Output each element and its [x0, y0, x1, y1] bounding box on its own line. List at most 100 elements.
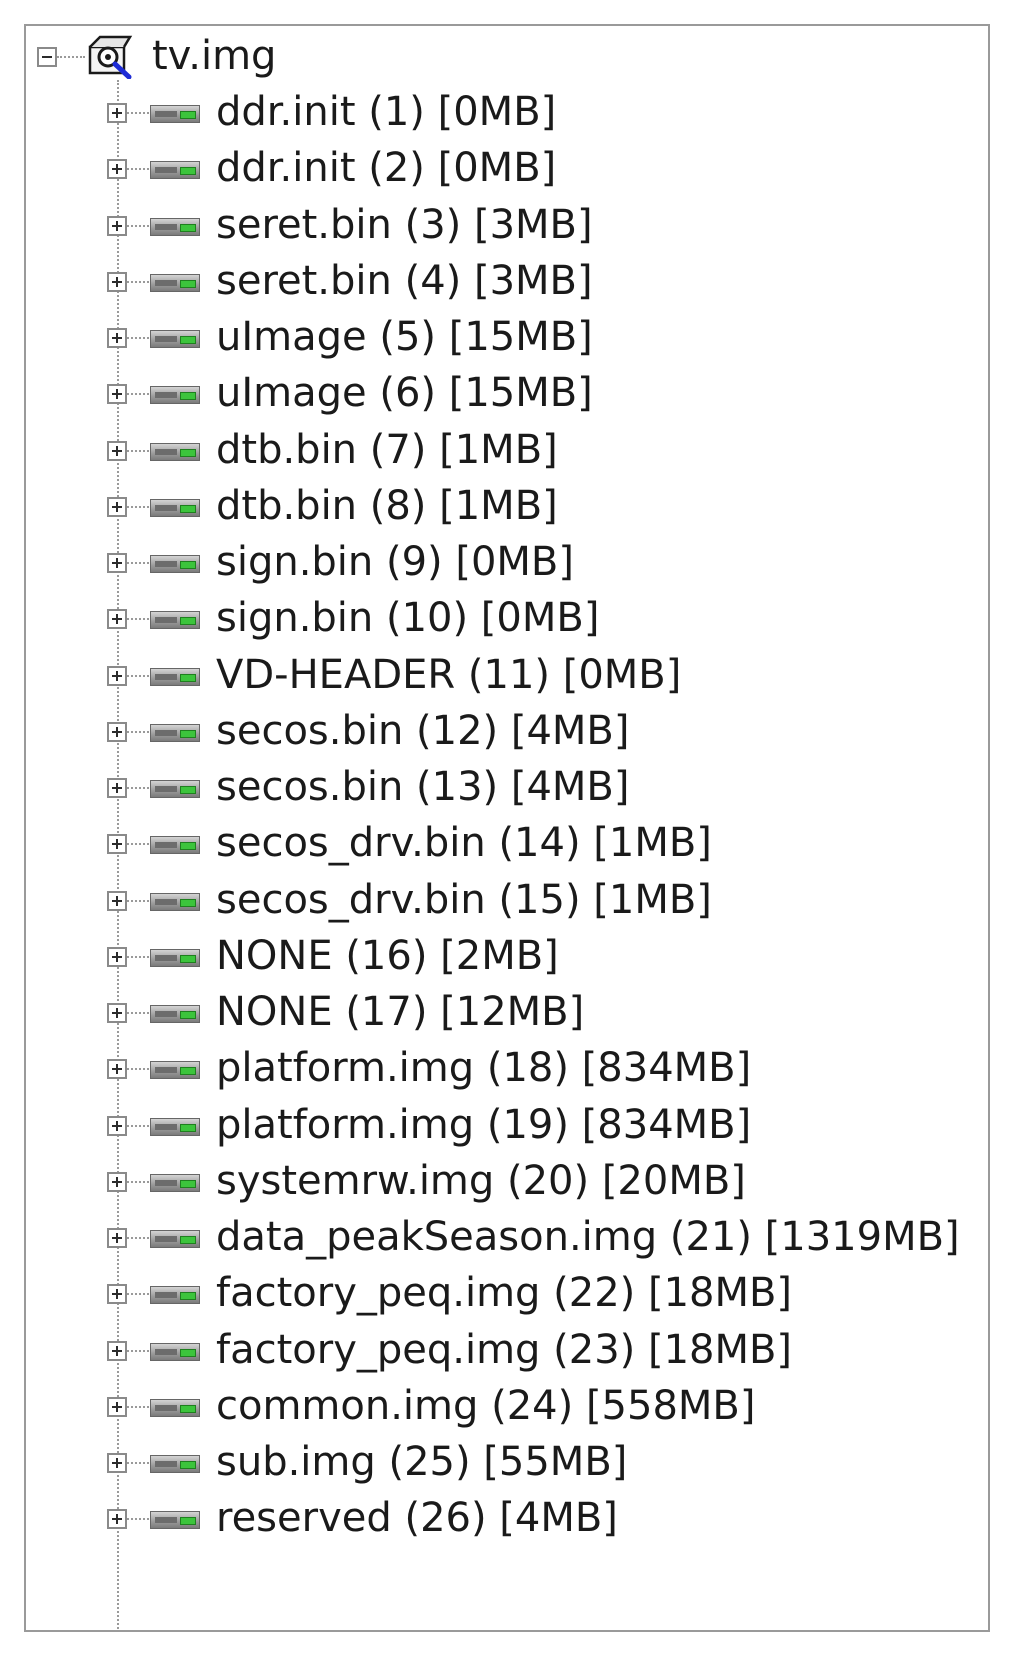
tree-item[interactable]: secos.bin (12) [4MB] — [26, 703, 988, 761]
tree-item[interactable]: sign.bin (9) [0MB] — [26, 534, 988, 592]
expand-icon[interactable] — [107, 159, 127, 180]
expand-icon[interactable] — [107, 1396, 127, 1417]
expand-icon[interactable] — [107, 384, 127, 405]
tree-item[interactable]: sub.img (25) [55MB] — [26, 1434, 988, 1492]
drive-slot — [155, 1179, 177, 1186]
tree-item-label: factory_peq.img (22) [18MB] — [216, 1270, 793, 1317]
drive-slot — [155, 279, 177, 286]
drive-icon — [150, 1173, 200, 1192]
expand-icon[interactable] — [107, 1340, 127, 1361]
expand-icon[interactable] — [107, 1171, 127, 1192]
expand-icon[interactable] — [107, 1284, 127, 1305]
tree-item[interactable]: uImage (5) [15MB] — [26, 309, 988, 367]
tree-item-label: ddr.init (2) [0MB] — [216, 145, 557, 192]
tree-item[interactable]: secos_drv.bin (14) [1MB] — [26, 815, 988, 873]
drive-slot — [155, 1461, 177, 1467]
tree-item[interactable]: systemrw.img (20) [20MB] — [26, 1153, 988, 1211]
tree-item[interactable]: seret.bin (3) [3MB] — [26, 197, 988, 255]
expand-icon[interactable] — [107, 215, 127, 236]
tree-item-label: sign.bin (10) [0MB] — [216, 595, 600, 642]
tree-item[interactable]: platform.img (19) [834MB] — [26, 1097, 988, 1155]
drive-led — [180, 561, 196, 569]
tree-item[interactable]: platform.img (18) [834MB] — [26, 1040, 988, 1098]
drive-icon — [150, 611, 200, 630]
tree-item-label: factory_peq.img (23) [18MB] — [216, 1326, 793, 1373]
tree-connector — [127, 224, 149, 227]
tree-item[interactable]: NONE (16) [2MB] — [26, 928, 988, 986]
drive-slot — [155, 448, 177, 455]
drive-led — [180, 504, 196, 513]
expand-icon[interactable] — [107, 1509, 127, 1530]
drive-slot — [155, 1348, 177, 1355]
tree-item[interactable]: sign.bin (10) [0MB] — [26, 590, 988, 648]
expand-icon[interactable] — [107, 890, 127, 911]
tree-connector — [127, 618, 149, 621]
tree-item[interactable]: ddr.init (1) [0MB] — [26, 84, 988, 142]
drive-led — [180, 167, 196, 176]
drive-icon — [150, 217, 200, 236]
tree-item[interactable]: secos_drv.bin (15) [1MB] — [26, 872, 988, 930]
expand-icon[interactable] — [107, 946, 127, 967]
tree-connector — [127, 393, 149, 396]
expand-icon[interactable] — [107, 721, 127, 742]
tree-item[interactable]: NONE (17) [12MB] — [26, 984, 988, 1042]
tree-item[interactable]: seret.bin (4) [3MB] — [26, 253, 988, 311]
tree-item[interactable]: dtb.bin (8) [1MB] — [26, 478, 988, 536]
drive-led — [180, 617, 196, 626]
drive-icon — [150, 1398, 200, 1417]
drive-slot — [155, 1517, 177, 1524]
tree-connector — [127, 843, 149, 846]
tree-connector — [127, 674, 149, 677]
expand-icon[interactable] — [107, 1228, 127, 1248]
drive-slot — [155, 1011, 177, 1017]
expand-icon[interactable] — [107, 609, 127, 630]
partition-tree-panel: tv.img ddr.init (1) [0MB] ddr.init (2) [0… — [24, 24, 990, 1632]
expand-icon[interactable] — [107, 1059, 127, 1080]
expand-icon[interactable] — [107, 778, 127, 798]
tree-connector — [127, 730, 149, 733]
drive-led — [180, 898, 196, 907]
tree-root-row[interactable]: tv.img — [26, 28, 988, 86]
drive-led — [180, 448, 196, 457]
expand-icon[interactable] — [107, 1003, 127, 1023]
tree-item[interactable]: common.img (24) [558MB] — [26, 1378, 988, 1436]
tree-item[interactable]: VD-HEADER (11) [0MB] — [26, 647, 988, 705]
tree-item-label: secos_drv.bin (15) [1MB] — [216, 876, 712, 923]
expand-icon[interactable] — [107, 834, 127, 855]
drive-led — [180, 111, 196, 119]
drive-icon — [150, 1455, 200, 1473]
expand-icon[interactable] — [107, 1115, 127, 1136]
drive-led — [180, 1067, 196, 1076]
drive-led — [180, 1404, 196, 1413]
tree-connector — [127, 899, 149, 902]
tree-item[interactable]: reserved (26) [4MB] — [26, 1490, 988, 1548]
expand-icon[interactable] — [107, 271, 127, 292]
tree-item[interactable]: dtb.bin (7) [1MB] — [26, 422, 988, 480]
tree-item[interactable]: secos.bin (13) [4MB] — [26, 759, 988, 817]
expand-icon[interactable] — [107, 553, 127, 573]
tree-item[interactable]: ddr.init (2) [0MB] — [26, 140, 988, 198]
disk-image-search-icon — [88, 35, 133, 79]
drive-icon — [150, 1230, 200, 1248]
expand-icon[interactable] — [107, 665, 127, 686]
tree-item[interactable]: factory_peq.img (23) [18MB] — [26, 1322, 988, 1380]
tree-item[interactable]: factory_peq.img (22) [18MB] — [26, 1265, 988, 1323]
tree-connector — [127, 1237, 149, 1239]
drive-led — [180, 1011, 196, 1019]
expand-icon[interactable] — [107, 496, 127, 517]
collapse-root-icon[interactable] — [37, 47, 57, 67]
expand-icon[interactable] — [107, 1453, 127, 1473]
drive-slot — [155, 392, 177, 399]
expand-icon[interactable] — [107, 103, 127, 123]
tree-item-label: common.img (24) [558MB] — [216, 1382, 756, 1429]
tree-connector — [127, 1518, 149, 1521]
drive-icon — [150, 836, 200, 855]
expand-icon[interactable] — [107, 440, 127, 461]
expand-icon[interactable] — [107, 328, 127, 348]
drive-slot — [155, 1067, 177, 1074]
tree-item[interactable]: data_peakSeason.img (21) [1319MB] — [26, 1209, 988, 1267]
tree-item[interactable]: uImage (6) [15MB] — [26, 365, 988, 423]
tree-item-label: secos.bin (12) [4MB] — [216, 707, 630, 754]
drive-led — [180, 1123, 196, 1132]
drive-led — [180, 954, 196, 963]
